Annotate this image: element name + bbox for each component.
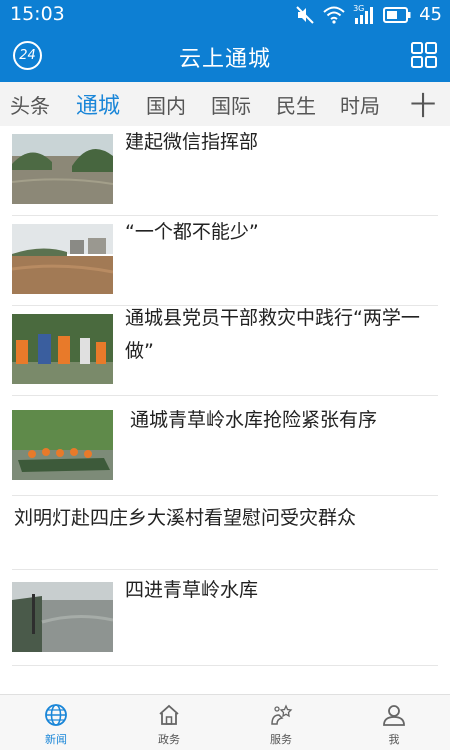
tab-livelihood[interactable]: 民生 xyxy=(276,90,316,119)
service-icon xyxy=(271,704,293,725)
home-icon xyxy=(159,704,179,725)
nav-label: 我 xyxy=(388,733,400,746)
news-thumbnail xyxy=(12,582,113,652)
news-item[interactable]: 建起微信指挥部 xyxy=(12,126,438,216)
globe-icon xyxy=(45,704,67,726)
bottom-nav: 新闻 政务 服务 我 xyxy=(0,694,450,750)
nav-label: 新闻 xyxy=(45,733,67,746)
person-icon xyxy=(383,705,405,726)
add-tab-button[interactable]: 十 xyxy=(410,86,436,123)
news-item[interactable]: “一个都不能少” xyxy=(12,216,438,306)
nav-me[interactable]: 我 xyxy=(338,695,450,750)
tab-tongcheng[interactable]: 通城 xyxy=(76,88,120,120)
news-title: 通城县党员干部救灾中践行“两学一做” xyxy=(125,307,420,362)
grid-menu-icon[interactable] xyxy=(411,42,437,68)
category-tabs: 头条 通城 国内 国际 民生 时局 十 xyxy=(0,82,450,126)
nav-government[interactable]: 政务 xyxy=(113,695,225,750)
tab-domestic[interactable]: 国内 xyxy=(146,90,186,119)
status-time: 15:03 xyxy=(10,3,65,25)
news-title: 刘明灯赴四庄乡大溪村看望慰问受灾群众 xyxy=(14,507,357,529)
tab-international[interactable]: 国际 xyxy=(211,90,251,119)
news-item[interactable]: 通城县党员干部救灾中践行“两学一做” xyxy=(12,306,438,396)
signal-icon: 3G xyxy=(353,3,375,24)
status-bar: 15:03 3G 45 xyxy=(0,0,450,30)
nav-label: 服务 xyxy=(270,733,292,746)
mute-icon xyxy=(296,5,314,24)
news-title: 通城青草岭水库抢险紧张有序 xyxy=(130,409,378,431)
news-item[interactable]: 四进青草岭水库 xyxy=(12,570,438,666)
wifi-icon xyxy=(323,6,345,24)
news-title: 四进青草岭水库 xyxy=(125,579,259,601)
app-title: 云上通城 xyxy=(178,47,271,72)
news-thumbnail xyxy=(12,134,113,204)
news-item[interactable]: 刘明灯赴四庄乡大溪村看望慰问受灾群众 xyxy=(12,496,438,570)
nav-label: 政务 xyxy=(158,733,180,746)
news-thumbnail xyxy=(12,314,113,384)
news-thumbnail xyxy=(12,410,113,480)
news-title: “一个都不能少” xyxy=(125,221,259,243)
news-item[interactable]: 通城青草岭水库抢险紧张有序 xyxy=(12,396,438,496)
status-icons: 3G 45 xyxy=(295,4,442,25)
tab-headlines[interactable]: 头条 xyxy=(10,90,50,119)
nav-news[interactable]: 新闻 xyxy=(0,695,112,750)
battery-icon xyxy=(383,6,411,23)
news-list: 建起微信指挥部 “一个都不能少” 通城县党员干部救灾中践行“两学一做” 通城青草… xyxy=(0,126,450,694)
battery-level: 45 xyxy=(419,4,442,25)
nav-services[interactable]: 服务 xyxy=(225,695,337,750)
app-bar: 24 云上通城 xyxy=(0,30,450,82)
tab-current-affairs[interactable]: 时局 xyxy=(340,90,380,119)
news-thumbnail xyxy=(12,224,113,294)
network-type: 3G xyxy=(353,3,365,13)
news-title: 建起微信指挥部 xyxy=(125,131,259,153)
